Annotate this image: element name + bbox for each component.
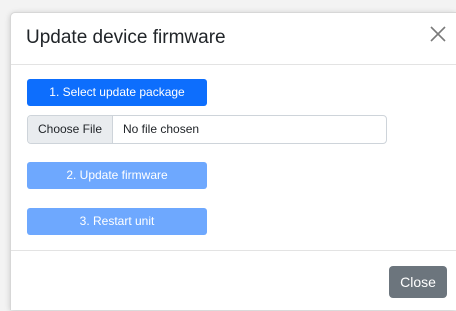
dialog-title: Update device firmware: [26, 27, 226, 48]
choose-file-button[interactable]: Choose File: [28, 116, 113, 143]
dialog-body: 1. Select update package Choose File No …: [11, 65, 456, 251]
update-firmware-button[interactable]: 2. Update firmware: [27, 162, 207, 189]
firmware-update-dialog: Update device firmware 1. Select update …: [10, 12, 456, 310]
restart-unit-button[interactable]: 3. Restart unit: [27, 208, 207, 235]
close-button[interactable]: Close: [389, 266, 447, 298]
dialog-header: Update device firmware: [11, 13, 456, 65]
close-icon[interactable]: [427, 23, 449, 45]
select-update-package-button[interactable]: 1. Select update package: [27, 79, 207, 106]
file-status-text: No file chosen: [123, 122, 200, 136]
file-input[interactable]: Choose File No file chosen: [27, 115, 387, 144]
dialog-footer: Close: [11, 250, 456, 311]
